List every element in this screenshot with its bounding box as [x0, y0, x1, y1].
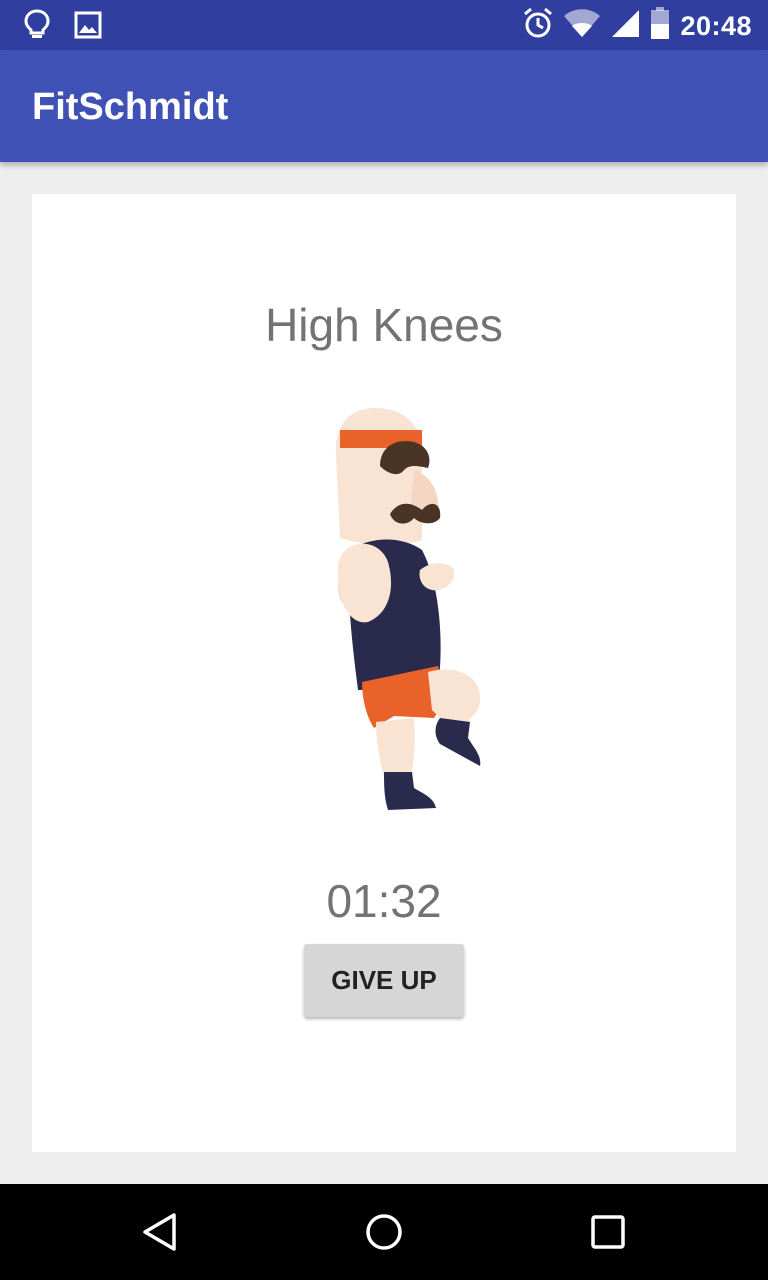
exercise-timer: 01:32 — [326, 875, 442, 927]
status-notifications — [22, 8, 102, 47]
status-bar: 20:48 — [0, 0, 768, 50]
status-system: 20:48 — [522, 6, 752, 45]
give-up-button[interactable]: GIVE UP — [304, 944, 464, 1017]
high-knees-man-illustration — [310, 400, 500, 820]
navigation-bar — [0, 1184, 768, 1280]
alarm-icon — [522, 6, 554, 45]
signal-icon — [610, 8, 640, 43]
back-icon[interactable] — [136, 1208, 184, 1256]
image-icon — [74, 11, 102, 44]
battery-icon — [650, 6, 670, 45]
wifi-icon — [564, 8, 601, 43]
home-icon[interactable] — [360, 1208, 408, 1256]
app-bar: FitSchmidt — [0, 50, 768, 162]
lightbulb-icon — [22, 8, 52, 47]
recents-icon[interactable] — [584, 1208, 632, 1256]
status-time: 20:48 — [680, 10, 752, 41]
app-title: FitSchmidt — [32, 86, 229, 128]
exercise-name: High Knees — [265, 299, 503, 351]
